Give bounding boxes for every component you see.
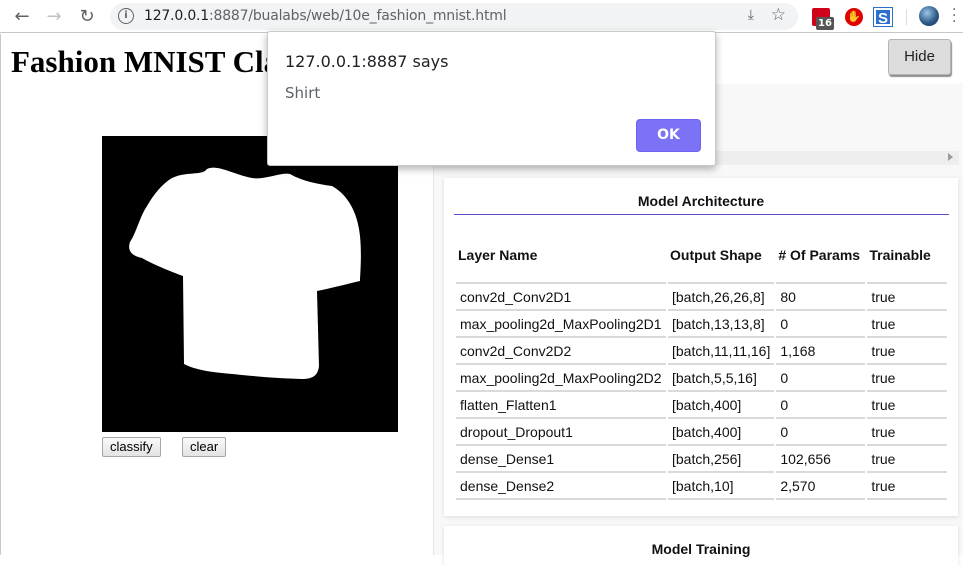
layer-name-cell: flatten_Flatten1 bbox=[456, 392, 666, 419]
output-shape-cell: [batch,5,5,16] bbox=[668, 365, 775, 392]
output-shape-cell: [batch,26,26,8] bbox=[668, 284, 775, 311]
dialog-ok-button[interactable]: OK bbox=[636, 119, 701, 152]
hide-visor-button[interactable]: Hide bbox=[888, 39, 951, 75]
profile-avatar[interactable] bbox=[919, 6, 939, 26]
model-architecture-title: Model Architecture bbox=[637, 193, 765, 209]
table-row: max_pooling2d_MaxPooling2D1 [batch,13,13,… bbox=[456, 311, 948, 338]
layer-name-cell: max_pooling2d_MaxPooling2D2 bbox=[456, 365, 666, 392]
params-cell: 102,656 bbox=[776, 446, 866, 473]
clear-button[interactable]: clear bbox=[182, 437, 227, 457]
trainable-cell: true bbox=[867, 446, 948, 473]
params-cell: 0 bbox=[776, 419, 866, 446]
dialog-message: Shirt bbox=[285, 84, 321, 102]
output-shape-cell: [batch,13,13,8] bbox=[668, 311, 775, 338]
output-shape-cell: [batch,11,11,16] bbox=[668, 338, 775, 365]
url-text[interactable]: 127.0.0.1:8887/bualabs/web/10e_fashion_m… bbox=[144, 8, 507, 24]
alert-dialog: 127.0.0.1:8887 says Shirt OK bbox=[267, 31, 716, 166]
trainable-cell: true bbox=[867, 419, 948, 446]
trainable-cell: true bbox=[867, 473, 948, 500]
params-cell: 80 bbox=[776, 284, 866, 311]
layer-name-cell: dense_Dense2 bbox=[456, 473, 666, 500]
back-button[interactable]: ← bbox=[11, 6, 33, 28]
bookmark-star-icon[interactable]: ☆ bbox=[771, 5, 786, 25]
params-cell: 1,168 bbox=[776, 338, 866, 365]
arrow-left-icon: ← bbox=[14, 6, 30, 27]
drawn-shirt-image bbox=[129, 167, 361, 379]
trainable-cell: true bbox=[867, 284, 948, 311]
info-icon[interactable]: i bbox=[118, 8, 134, 24]
column-header: Layer Name bbox=[456, 228, 666, 284]
column-header: Trainable bbox=[867, 228, 948, 284]
table-row: dense_Dense1 [batch,256] 102,656 true bbox=[456, 446, 948, 473]
table-row: flatten_Flatten1 [batch,400] 0 true bbox=[456, 392, 948, 419]
output-shape-cell: [batch,400] bbox=[668, 419, 775, 446]
column-header: # Of Params bbox=[776, 228, 866, 284]
trainable-cell: true bbox=[867, 338, 948, 365]
menu-kebab-icon[interactable]: · · · bbox=[952, 3, 956, 29]
model-training-card: Model Training bbox=[444, 526, 958, 566]
toolbar-divider bbox=[906, 9, 907, 25]
forward-button[interactable]: → bbox=[43, 6, 65, 28]
layer-name-cell: max_pooling2d_MaxPooling2D1 bbox=[456, 311, 666, 338]
layer-name-cell: conv2d_Conv2D1 bbox=[456, 284, 666, 311]
reload-icon: ↻ bbox=[79, 6, 95, 27]
browser-toolbar: ← → ↻ i 127.0.0.1:8887/bualabs/web/10e_f… bbox=[0, 0, 963, 33]
table-row: max_pooling2d_MaxPooling2D2 [batch,5,5,16… bbox=[456, 365, 948, 392]
table-row: conv2d_Conv2D1 [batch,26,26,8] 80 true bbox=[456, 284, 948, 311]
shirt-drawing bbox=[129, 167, 361, 379]
output-shape-cell: [batch,400] bbox=[668, 392, 775, 419]
extension-badge: 16 bbox=[816, 17, 834, 30]
trainable-cell: true bbox=[867, 311, 948, 338]
architecture-table: Layer Name Output Shape # Of Params Trai… bbox=[454, 228, 949, 500]
table-header-row: Layer Name Output Shape # Of Params Trai… bbox=[456, 228, 948, 284]
table-row: dropout_Dropout1 [batch,400] 0 true bbox=[456, 419, 948, 446]
params-cell: 0 bbox=[776, 365, 866, 392]
trainable-cell: true bbox=[867, 365, 948, 392]
reload-button[interactable]: ↻ bbox=[76, 6, 98, 28]
trainable-cell: true bbox=[867, 392, 948, 419]
params-cell: 0 bbox=[776, 311, 866, 338]
dialog-title: 127.0.0.1:8887 says bbox=[285, 52, 449, 71]
output-shape-cell: [batch,256] bbox=[668, 446, 775, 473]
address-bar[interactable]: i 127.0.0.1:8887/bualabs/web/10e_fashion… bbox=[110, 3, 798, 30]
table-row: conv2d_Conv2D2 [batch,11,11,16] 1,168 true bbox=[456, 338, 948, 365]
column-header: Output Shape bbox=[668, 228, 775, 284]
s-extension-icon[interactable]: S bbox=[873, 7, 893, 27]
classify-button[interactable]: classify bbox=[102, 437, 161, 457]
layer-name-cell: dropout_Dropout1 bbox=[456, 419, 666, 446]
model-architecture-card: Model Architecture Layer Name Output Sha… bbox=[444, 178, 958, 516]
output-shape-cell: [batch,10] bbox=[668, 473, 775, 500]
download-icon[interactable]: ⤓ bbox=[748, 7, 754, 23]
scroll-right-icon[interactable] bbox=[948, 153, 953, 161]
params-cell: 2,570 bbox=[776, 473, 866, 500]
arrow-right-icon: → bbox=[46, 6, 62, 27]
stop-hand-icon[interactable]: ✋ bbox=[845, 8, 863, 26]
table-row: dense_Dense2 [batch,10] 2,570 true bbox=[456, 473, 948, 500]
layer-name-cell: conv2d_Conv2D2 bbox=[456, 338, 666, 365]
params-cell: 0 bbox=[776, 392, 866, 419]
drawing-canvas[interactable] bbox=[102, 136, 398, 432]
title-divider bbox=[454, 214, 949, 215]
layer-name-cell: dense_Dense1 bbox=[456, 446, 666, 473]
